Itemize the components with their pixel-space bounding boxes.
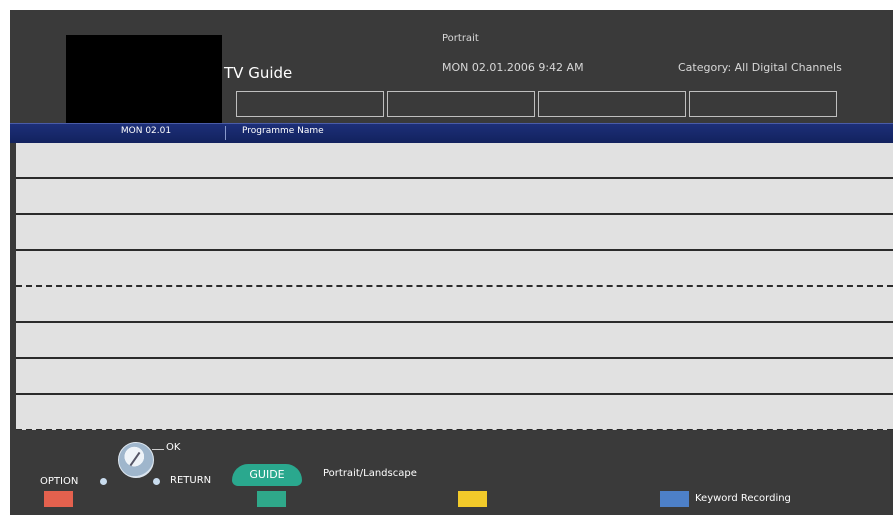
option-button-icon[interactable]: [100, 478, 107, 485]
programme-row[interactable]: [16, 395, 893, 431]
tv-guide-screen: TV Guide Portrait MON 02.01.2006 9:42 AM…: [10, 10, 893, 515]
info-box-1: [236, 91, 384, 117]
programme-row[interactable]: [16, 215, 893, 251]
programme-row[interactable]: [16, 143, 893, 179]
blue-button[interactable]: [660, 491, 689, 507]
column-programme-name: Programme Name: [242, 126, 324, 136]
programme-row[interactable]: [16, 323, 893, 359]
tv-preview-window: [66, 35, 222, 131]
dial-pointer-icon: [129, 451, 141, 467]
view-mode-label: Portrait: [442, 33, 479, 44]
yellow-button[interactable]: [458, 491, 487, 507]
red-button[interactable]: [44, 491, 73, 507]
green-button[interactable]: [257, 491, 286, 507]
programme-row[interactable]: [16, 251, 893, 287]
guide-button[interactable]: GUIDE: [232, 464, 302, 486]
return-button-icon[interactable]: [153, 478, 160, 485]
cursor-dial-icon[interactable]: [118, 442, 154, 478]
info-box-4: [689, 91, 837, 117]
page-title: TV Guide: [224, 64, 293, 82]
ok-pointer-line: [152, 449, 164, 450]
programme-row[interactable]: [16, 179, 893, 215]
remote-legend: OK OPTION RETURN GUIDE Portrait/Landscap…: [10, 430, 893, 515]
return-label: RETURN: [170, 475, 212, 486]
column-divider: [225, 126, 226, 140]
info-box-3: [538, 91, 686, 117]
category-label: Category: All Digital Channels: [678, 61, 842, 74]
column-date: MON 02.01: [120, 126, 172, 136]
column-header-bar: MON 02.01 Programme Name: [10, 123, 893, 143]
info-box-2: [387, 91, 535, 117]
keyword-recording-label: Keyword Recording: [695, 493, 791, 504]
current-datetime: MON 02.01.2006 9:42 AM: [442, 61, 584, 74]
option-label: OPTION: [40, 476, 79, 487]
orientation-label: Portrait/Landscape: [323, 468, 417, 479]
programme-row[interactable]: [16, 359, 893, 395]
programme-row[interactable]: [16, 287, 893, 323]
programme-list: [16, 143, 893, 431]
ok-label: OK: [166, 442, 181, 453]
